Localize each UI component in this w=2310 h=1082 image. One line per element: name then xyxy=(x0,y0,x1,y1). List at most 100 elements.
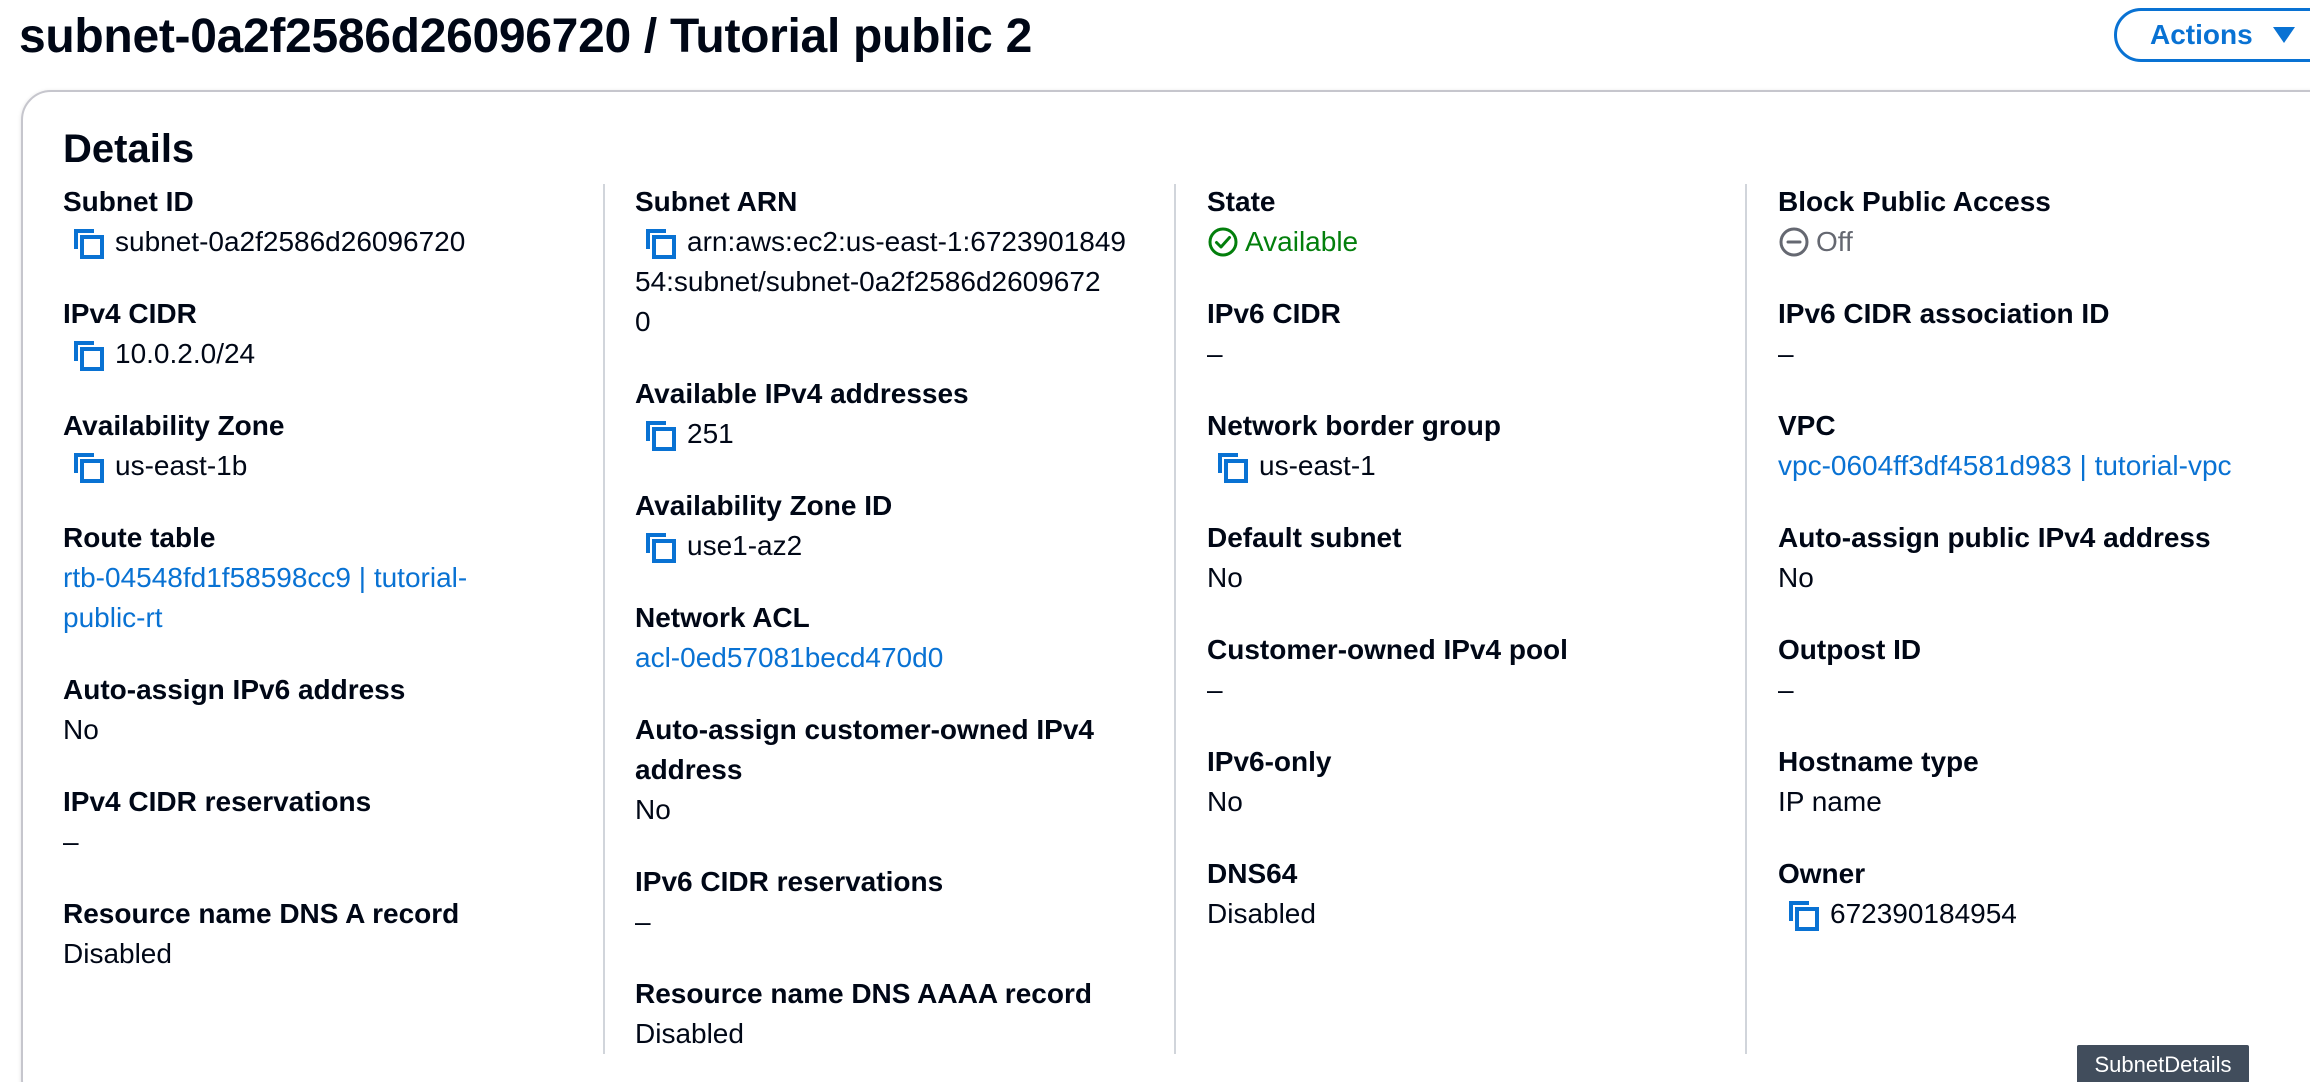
field-vpc: VPC vpc-0604ff3df4581d983 | tutorial-vpc xyxy=(1778,406,2232,486)
field-auto-assign-ipv6: Auto-assign IPv6 address No xyxy=(63,670,405,750)
field-label: Default subnet xyxy=(1207,522,1402,553)
field-label: Availability Zone xyxy=(63,410,285,441)
field-label: Resource name DNS AAAA record xyxy=(635,978,1092,1009)
field-subnet-arn: Subnet ARN arn:aws:ec2:us-east-1:6723901… xyxy=(635,182,1126,342)
ipv6-cidr-value: – xyxy=(1207,338,1223,369)
route-table-link-line-2: public-rt xyxy=(63,602,163,633)
subnet-arn-value-line-1: arn:aws:ec2:us-east-1:6723901849 xyxy=(687,226,1126,257)
route-table-link[interactable]: rtb-04548fd1f58598cc9 | tutorial- public… xyxy=(63,558,467,638)
field-ipv4-cidr: IPv4 CIDR 10.0.2.0/24 xyxy=(63,294,255,374)
state-value: Available xyxy=(1245,226,1359,257)
check-circle-icon xyxy=(1207,226,1239,258)
field-label: Customer-owned IPv4 pool xyxy=(1207,634,1568,665)
dns-aaaa-record-value: Disabled xyxy=(635,1018,744,1049)
field-ipv6-cidr: IPv6 CIDR – xyxy=(1207,294,1341,374)
component-tooltip: SubnetDetails xyxy=(2077,1045,2249,1082)
field-label: Owner xyxy=(1778,858,1866,889)
vpc-link[interactable]: vpc-0604ff3df4581d983 | tutorial-vpc xyxy=(1778,446,2232,486)
field-ipv6-only: IPv6-only No xyxy=(1207,742,1331,822)
field-label: Hostname type xyxy=(1778,746,1979,777)
auto-assign-customer-owned-value: No xyxy=(635,794,671,825)
field-label: Network ACL xyxy=(635,602,810,633)
network-acl-link[interactable]: acl-0ed57081becd470d0 xyxy=(635,638,943,678)
availability-zone-value: us-east-1b xyxy=(115,450,248,481)
subnet-arn-value-line-3: 0 xyxy=(635,306,651,337)
field-label: IPv6 CIDR association ID xyxy=(1778,298,2110,329)
subnet-details-page: subnet-0a2f2586d26096720 / Tutorial publ… xyxy=(0,0,2310,1082)
field-label: Auto-assign public IPv4 address xyxy=(1778,522,2211,553)
field-network-acl: Network ACL acl-0ed57081becd470d0 xyxy=(635,598,943,678)
field-label: IPv6 CIDR xyxy=(1207,298,1341,329)
network-border-group-value: us-east-1 xyxy=(1259,450,1376,481)
available-ipv4-value: 251 xyxy=(687,418,734,449)
availability-zone-id-value: use1-az2 xyxy=(687,530,803,561)
block-public-access-value: Off xyxy=(1816,226,1853,257)
page-title: subnet-0a2f2586d26096720 / Tutorial publ… xyxy=(19,10,1032,63)
copy-icon[interactable] xyxy=(1214,449,1250,485)
subnet-arn-value-line-2: 54:subnet/subnet-0a2f2586d2609672 xyxy=(635,266,1101,297)
field-label: Outpost ID xyxy=(1778,634,1922,665)
field-dns-a-record: Resource name DNS A record Disabled xyxy=(63,894,459,974)
caret-down-icon xyxy=(2272,27,2295,43)
actions-button-label: Actions xyxy=(2150,19,2253,50)
details-container: Details Subnet ID subnet-0a2f2586d260967… xyxy=(21,90,2310,1082)
column-divider xyxy=(1745,184,1747,1054)
copy-icon[interactable] xyxy=(70,225,106,261)
customer-owned-ipv4-pool-value: – xyxy=(1207,674,1223,705)
actions-button[interactable]: Actions xyxy=(2114,8,2310,62)
field-label: IPv4 CIDR reservations xyxy=(63,786,372,817)
field-auto-assign-public-ipv4: Auto-assign public IPv4 address No xyxy=(1778,518,2211,598)
outpost-id-value: – xyxy=(1778,674,1794,705)
field-network-border-group: Network border group us-east-1 xyxy=(1207,406,1501,486)
field-label: Resource name DNS A record xyxy=(63,898,460,929)
field-label: IPv6-only xyxy=(1207,746,1332,777)
field-label: Available IPv4 addresses xyxy=(635,378,969,409)
field-ipv6-cidr-association-id: IPv6 CIDR association ID – xyxy=(1778,294,2109,374)
ipv4-cidr-reservations-value: – xyxy=(63,826,79,857)
owner-value: 672390184954 xyxy=(1830,898,2017,929)
field-owner: Owner 672390184954 xyxy=(1778,854,2017,934)
field-label: Block Public Access xyxy=(1778,186,2051,217)
field-available-ipv4: Available IPv4 addresses 251 xyxy=(635,374,969,454)
field-hostname-type: Hostname type IP name xyxy=(1778,742,1979,822)
field-subnet-id: Subnet ID subnet-0a2f2586d26096720 xyxy=(63,182,465,262)
field-label: Route table xyxy=(63,522,216,553)
field-default-subnet: Default subnet No xyxy=(1207,518,1401,598)
field-label-line-1: Auto-assign customer-owned IPv4 xyxy=(635,714,1094,745)
field-availability-zone: Availability Zone us-east-1b xyxy=(63,406,284,486)
ipv6-cidr-reservations-value: – xyxy=(635,906,651,937)
column-divider xyxy=(1174,184,1176,1054)
field-customer-owned-ipv4-pool: Customer-owned IPv4 pool – xyxy=(1207,630,1568,710)
auto-assign-public-ipv4-value: No xyxy=(1778,562,1814,593)
route-table-link-line-1: rtb-04548fd1f58598cc9 | tutorial- xyxy=(63,562,468,593)
copy-icon[interactable] xyxy=(642,529,678,565)
copy-icon[interactable] xyxy=(70,337,106,373)
field-label-line-2: address xyxy=(635,754,743,785)
copy-icon[interactable] xyxy=(642,417,678,453)
column-divider xyxy=(603,184,605,1054)
field-state: State Available xyxy=(1207,182,1358,262)
minus-circle-icon xyxy=(1778,226,1810,258)
field-ipv6-cidr-reservations: IPv6 CIDR reservations – xyxy=(635,862,943,942)
field-label: Network border group xyxy=(1207,410,1502,441)
field-auto-assign-customer-owned: Auto-assign customer-owned IPv4 address … xyxy=(635,710,1094,830)
field-label: Auto-assign IPv6 address xyxy=(63,674,406,705)
auto-assign-ipv6-value: No xyxy=(63,714,99,745)
field-outpost-id: Outpost ID – xyxy=(1778,630,1921,710)
field-label: IPv4 CIDR xyxy=(63,298,197,329)
field-dns-aaaa-record: Resource name DNS AAAA record Disabled xyxy=(635,974,1092,1054)
details-heading: Details xyxy=(63,127,195,171)
field-ipv4-cidr-reservations: IPv4 CIDR reservations – xyxy=(63,782,371,862)
copy-icon[interactable] xyxy=(1785,897,1821,933)
field-label: Subnet ID xyxy=(63,186,194,217)
field-label: DNS64 xyxy=(1207,858,1298,889)
field-label: Subnet ARN xyxy=(635,186,798,217)
copy-icon[interactable] xyxy=(70,449,106,485)
field-route-table: Route table rtb-04548fd1f58598cc9 | tuto… xyxy=(63,518,467,638)
copy-icon[interactable] xyxy=(642,225,678,261)
ipv6-cidr-association-id-value: – xyxy=(1778,338,1794,369)
field-dns64: DNS64 Disabled xyxy=(1207,854,1316,934)
default-subnet-value: No xyxy=(1207,562,1243,593)
subnet-id-value: subnet-0a2f2586d26096720 xyxy=(115,226,466,257)
field-label: IPv6 CIDR reservations xyxy=(635,866,944,897)
